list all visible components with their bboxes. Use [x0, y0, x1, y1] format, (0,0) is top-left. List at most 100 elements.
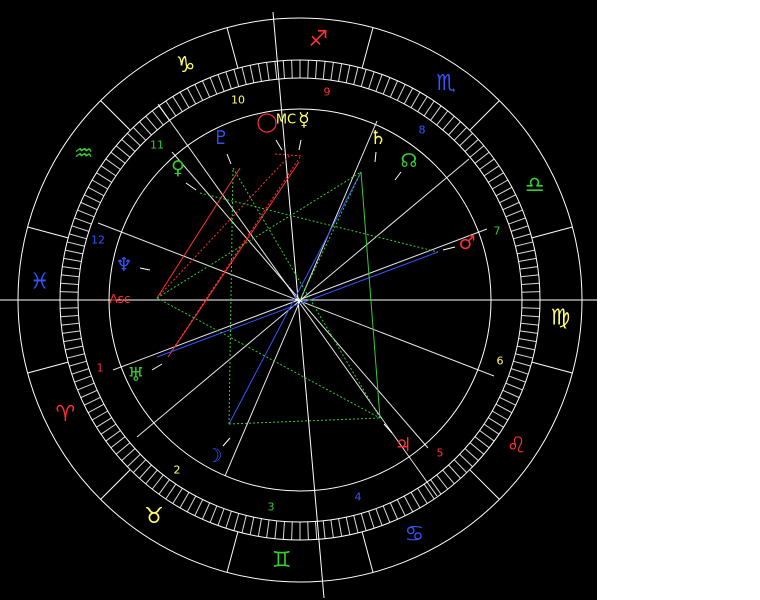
degree-tick: [62, 330, 81, 334]
degree-tick: [257, 63, 262, 82]
degree-tick: [139, 121, 152, 136]
degree-tick: [257, 518, 262, 537]
degree-tick: [84, 396, 101, 406]
degree-tick: [521, 314, 540, 318]
degree-tick: [330, 519, 334, 538]
sun-planet-icon: ◯: [256, 111, 277, 133]
degree-tick: [330, 62, 334, 81]
degree-tick: [74, 375, 92, 383]
moon-planet-icon: ☽: [205, 445, 222, 467]
degree-tick: [165, 100, 177, 117]
degree-tick: [521, 291, 540, 293]
degree-tick: [430, 105, 442, 121]
degree-tick: [459, 453, 473, 468]
gemini-sign-icon: ♊: [272, 548, 292, 573]
degree-tick: [510, 225, 529, 232]
degree-tick: [69, 360, 87, 367]
degree-tick: [518, 338, 537, 343]
scorpio-sign-icon: ♏: [436, 71, 456, 96]
chart-panel: ♐ ♏ ♎ ♍ ♌ ♋ ♊ ♉ ♈ ♓ ♒ ♑ 1 2 3 4 5 6 7 8 9 10 11 12 Asc MC ◯ ☿ ♀ ☽ ♂ ♃ ♄ ♅…: [0, 0, 597, 600]
node-planet-icon: ☊: [401, 150, 418, 172]
degree-tick: [77, 209, 95, 218]
degree-tick: [488, 172, 504, 183]
sagittarius-sign-icon: ♐: [308, 27, 328, 52]
uranus-leader-tick: [151, 363, 163, 371]
degree-tick: [469, 145, 485, 158]
degree-tick: [186, 495, 197, 513]
degree-tick: [186, 87, 197, 105]
degree-tick: [502, 201, 520, 211]
degree-tick: [87, 403, 105, 414]
aspect-line: [228, 171, 362, 425]
degree-tick: [110, 151, 126, 164]
degree-tick: [314, 521, 318, 540]
house-number-6: 6: [497, 355, 504, 368]
degree-tick: [322, 61, 326, 80]
degree-tick: [60, 307, 79, 309]
sign-boundary-line: [100, 469, 131, 500]
degree-tick: [65, 249, 83, 255]
aspect-line: [274, 153, 303, 157]
degree-tick: [448, 121, 461, 136]
degree-tick: [209, 77, 218, 95]
degree-tick: [453, 127, 468, 141]
degree-tick: [274, 61, 278, 80]
degree-tick: [513, 360, 531, 367]
degree-tick: [515, 353, 533, 359]
uranus-planet-icon: ♅: [127, 364, 144, 386]
degree-tick: [483, 423, 500, 435]
degree-tick: [488, 417, 504, 428]
degree-tick: [375, 508, 383, 526]
degree-tick: [249, 65, 255, 83]
degree-tick: [403, 495, 414, 513]
aspect-line: [232, 167, 381, 419]
degree-tick: [151, 474, 164, 490]
virgo-sign-icon: ♍: [550, 306, 570, 331]
degree-tick: [60, 314, 79, 318]
degree-tick: [91, 410, 108, 421]
midheaven-label: MC: [276, 113, 296, 128]
sign-boundary-line: [531, 361, 573, 374]
sign-boundary-line: [27, 226, 69, 239]
degree-tick: [382, 77, 391, 95]
degree-tick: [469, 442, 485, 455]
degree-tick: [403, 87, 414, 105]
degree-tick: [505, 209, 523, 218]
aspect-line: [156, 251, 439, 358]
taurus-sign-icon: ♉: [144, 504, 164, 529]
degree-tick: [110, 436, 126, 449]
degree-tick: [515, 241, 533, 247]
degree-tick: [115, 145, 131, 158]
degree-tick: [91, 179, 108, 190]
house-number-11: 11: [150, 139, 164, 152]
degree-tick: [513, 233, 531, 240]
degree-tick: [464, 139, 479, 152]
degree-tick: [499, 396, 516, 406]
degree-tick: [233, 69, 240, 87]
degree-tick: [291, 521, 293, 540]
degree-tick: [77, 382, 95, 391]
degree-tick: [291, 60, 293, 79]
degree-tick: [353, 515, 359, 533]
aquarius-sign-icon: ♒: [74, 142, 94, 167]
pisces-sign-icon: ♓: [30, 269, 50, 294]
degree-tick: [368, 510, 375, 529]
degree-tick: [201, 80, 211, 98]
aspect-line: [156, 167, 241, 299]
degree-tick: [360, 69, 367, 87]
degree-tick: [417, 488, 428, 504]
degree-tick: [158, 479, 170, 495]
degree-tick: [417, 96, 428, 112]
jupiter-leader-tick: [383, 423, 393, 434]
degree-tick: [241, 67, 247, 85]
degree-tick: [225, 510, 232, 529]
house-number-7: 7: [494, 225, 501, 238]
degree-tick: [396, 499, 406, 516]
degree-tick: [145, 115, 158, 131]
aries-sign-icon: ♈: [56, 402, 76, 427]
degree-tick: [389, 80, 399, 98]
degree-tick: [508, 375, 526, 383]
degree-tick: [274, 520, 278, 539]
venus-planet-icon: ♀: [171, 157, 185, 179]
degree-tick: [479, 158, 495, 170]
